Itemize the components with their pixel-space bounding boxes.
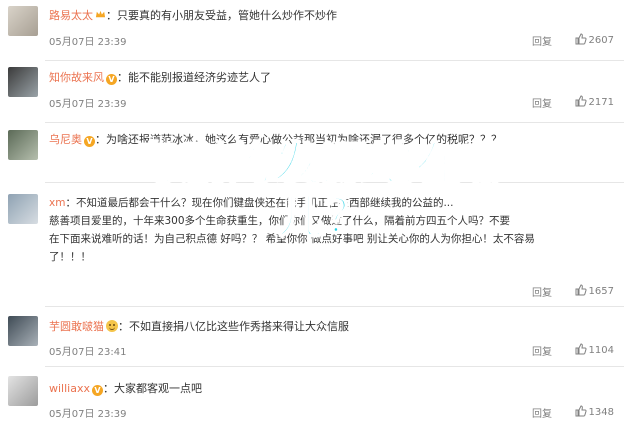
- comment-item: 知你故来风 V ：能不能别报道经济劣迹艺人了 05月07日 23:39 回复 217…: [0, 60, 642, 122]
- reply-button[interactable]: 回复: [532, 33, 552, 48]
- comment-text: ：能不能别报道经济劣迹艺人了: [117, 71, 271, 84]
- username[interactable]: 路易太太: [49, 9, 93, 22]
- like-icon: [575, 343, 587, 355]
- comment-item: williaxx V ：大家都客观一点吧 05月07日 23:39 回复 1348: [0, 366, 642, 424]
- avatar[interactable]: [8, 67, 38, 97]
- like-count: 2607: [588, 35, 614, 46]
- avatar[interactable]: [8, 316, 38, 346]
- v-badge-icon: V: [91, 385, 103, 396]
- comment-item: 路易太太 ：只要真的有小朋友受益，管她什么炒作不炒作 05月07日 23:39 回…: [0, 0, 642, 60]
- overlay-line-1: 粤剧的发源地在哪: [132, 137, 509, 191]
- avatar[interactable]: [8, 376, 38, 406]
- like-icon: [575, 284, 587, 296]
- comment-item: 芋圆敢啵猫 ：不如直接捐八亿比这些作秀搭来得让大众信服 05月07日 23:41 …: [0, 306, 642, 366]
- like-icon: [575, 405, 587, 417]
- reply-button[interactable]: 回复: [532, 343, 552, 358]
- username[interactable]: 知你故来风: [49, 71, 104, 84]
- reply-button[interactable]: 回复: [532, 405, 552, 420]
- comment-time: 05月07日 23:39: [49, 409, 127, 420]
- reply-button[interactable]: 回复: [532, 284, 552, 299]
- comment-text: ：不如直接捐八亿比这些作秀搭来得让大众信服: [118, 320, 349, 333]
- like-icon: [575, 33, 587, 45]
- like-icon: [575, 95, 587, 107]
- comment-time: 05月07日 23:39: [49, 99, 127, 110]
- comment-text: ：只要真的有小朋友受益，管她什么炒作不炒作: [106, 9, 337, 22]
- username[interactable]: 芋圆敢啵猫: [49, 320, 104, 333]
- v-badge-icon: V: [106, 74, 117, 85]
- comment-time: 05月07日 23:41: [49, 347, 127, 358]
- comment-time: 05月07日 23:39: [49, 37, 127, 48]
- like-button[interactable]: 1104: [575, 343, 614, 356]
- reply-button[interactable]: 回复: [532, 95, 552, 110]
- comment-text-line: 了！！！: [49, 251, 91, 263]
- overlay-title: 粤剧的发源地在哪 儿？: [0, 137, 642, 243]
- like-count: 1348: [588, 407, 614, 418]
- like-button[interactable]: 1657: [575, 284, 614, 297]
- like-count: 1657: [588, 286, 614, 297]
- emoji-icon: [106, 320, 118, 332]
- like-count: 1104: [588, 345, 614, 356]
- overlay-line-2: 儿？: [277, 189, 372, 243]
- like-button[interactable]: 2607: [575, 33, 614, 46]
- username[interactable]: williaxx: [49, 382, 90, 395]
- like-count: 2171: [588, 97, 614, 108]
- like-button[interactable]: 1348: [575, 405, 614, 418]
- crown-icon: [95, 10, 106, 18]
- comment-text: ：大家都客观一点吧: [102, 382, 202, 395]
- like-button[interactable]: 2171: [575, 95, 614, 108]
- avatar[interactable]: [8, 6, 38, 36]
